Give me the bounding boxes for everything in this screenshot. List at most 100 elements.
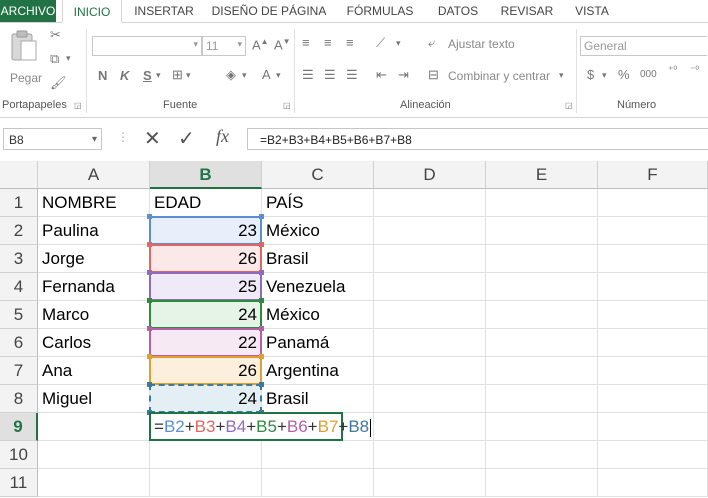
reference-handle[interactable] [259,326,264,331]
cell-a2[interactable]: Paulina [38,217,150,245]
cell-a7[interactable]: Ana [38,357,150,385]
italic-button[interactable]: K [120,68,129,83]
align-left-icon[interactable]: ☰ [302,67,314,83]
cell-d1[interactable] [374,189,486,217]
cell-a4[interactable]: Fernanda [38,273,150,301]
column-header-b[interactable]: B [150,161,262,189]
reference-handle[interactable] [147,214,152,219]
tab-vista[interactable]: VISTA [566,0,618,22]
decrease-indent-icon[interactable]: ⇤ [376,67,387,83]
cell-a9[interactable] [38,413,150,441]
cell-d7[interactable] [374,357,486,385]
cell-f5[interactable] [598,301,708,329]
increase-indent-icon[interactable]: ⇥ [398,67,409,83]
cell-e6[interactable] [486,329,598,357]
cell-a6[interactable]: Carlos [38,329,150,357]
cell-d5[interactable] [374,301,486,329]
copy-dropdown-icon[interactable]: ▾ [66,53,71,64]
cell-a5[interactable]: Marco [38,301,150,329]
cell-e2[interactable] [486,217,598,245]
tab-archivo[interactable]: ARCHIVO [0,0,56,22]
chevron-down-icon[interactable]: ▾ [186,70,191,81]
cell-b1[interactable]: EDAD [150,189,262,217]
cell-f11[interactable] [598,469,708,497]
cell-e7[interactable] [486,357,598,385]
thousands-button[interactable]: 000 [640,69,657,80]
cell-f10[interactable] [598,441,708,469]
chevron-down-icon[interactable]: ▾ [156,70,161,81]
alignment-launcher-icon[interactable]: ◲ [565,101,573,110]
cell-e10[interactable] [486,441,598,469]
merge-center-button[interactable]: ⊟ Combinar y centrar ▾ [428,67,574,87]
reference-handle[interactable] [259,242,264,247]
enter-icon[interactable]: ✓ [178,126,195,151]
tab-diseno-pagina[interactable]: DISEÑO DE PÁGINA [208,0,330,22]
chevron-down-icon[interactable]: ▾ [242,70,247,81]
reference-handle[interactable] [147,382,152,387]
name-box[interactable]: B8 ▾ [3,128,102,150]
row-header-8[interactable]: 8 [0,385,38,413]
cell-c10[interactable] [262,441,374,469]
cell-f9[interactable] [598,413,708,441]
cell-d4[interactable] [374,273,486,301]
font-color-icon[interactable]: A [262,67,271,82]
cell-c5[interactable]: México [262,301,374,329]
font-launcher-icon[interactable]: ◲ [283,101,291,110]
formula-input[interactable]: =B2+B3+B4+B5+B6+B7+B8 [247,128,708,150]
chevron-down-icon[interactable]: ▾ [396,38,401,49]
row-header-5[interactable]: 5 [0,301,38,329]
align-top-icon[interactable]: ≡ [302,35,310,50]
align-right-icon[interactable]: ☰ [346,67,358,83]
cell-f6[interactable] [598,329,708,357]
copy-icon[interactable]: ⧉ [50,51,59,67]
column-header-f[interactable]: F [598,161,708,189]
cell-d2[interactable] [374,217,486,245]
bold-button[interactable]: N [98,68,107,83]
cell-e4[interactable] [486,273,598,301]
cell-e8[interactable] [486,385,598,413]
cell-e9[interactable] [486,413,598,441]
decrease-decimal-icon[interactable]: ⁻⁰ [690,65,699,76]
reference-handle[interactable] [259,382,264,387]
cell-a10[interactable] [38,441,150,469]
cell-d8[interactable] [374,385,486,413]
row-header-3[interactable]: 3 [0,245,38,273]
cell-c2[interactable]: México [262,217,374,245]
cell-e5[interactable] [486,301,598,329]
cell-c7[interactable]: Argentina [262,357,374,385]
cell-c4[interactable]: Venezuela [262,273,374,301]
cell-f3[interactable] [598,245,708,273]
cell-a1[interactable]: NOMBRE [38,189,150,217]
currency-button[interactable]: $ [587,67,594,82]
cell-c6[interactable]: Panamá [262,329,374,357]
format-painter-icon[interactable]: 🖌 [50,75,67,91]
cell-e11[interactable] [486,469,598,497]
cell-f4[interactable] [598,273,708,301]
cell-d11[interactable] [374,469,486,497]
cancel-icon[interactable]: ✕ [144,126,161,151]
cell-f7[interactable] [598,357,708,385]
row-header-10[interactable]: 10 [0,441,38,469]
borders-icon[interactable]: ⊞ [172,67,183,83]
cell-d6[interactable] [374,329,486,357]
column-header-a[interactable]: A [38,161,150,189]
clipboard-launcher-icon[interactable]: ◲ [74,101,82,110]
font-name-select[interactable]: ▾ [92,36,202,56]
cell-f8[interactable] [598,385,708,413]
insert-function-button[interactable]: fx [216,126,229,147]
cell-a11[interactable] [38,469,150,497]
active-cell-editor[interactable]: =B2+B3+B4+B5+B6+B7+B8 [149,412,372,441]
cell-b11[interactable] [150,469,262,497]
reference-handle[interactable] [259,214,264,219]
tab-insertar[interactable]: INSERTAR [130,0,198,22]
row-header-7[interactable]: 7 [0,357,38,385]
cell-c3[interactable]: Brasil [262,245,374,273]
cell-a3[interactable]: Jorge [38,245,150,273]
cell-e3[interactable] [486,245,598,273]
cell-d9[interactable] [374,413,486,441]
reference-handle[interactable] [259,298,264,303]
paste-button[interactable]: Pegar [6,29,42,89]
row-header-6[interactable]: 6 [0,329,38,357]
cell-f1[interactable] [598,189,708,217]
decrease-font-icon[interactable]: A▼ [274,37,291,52]
